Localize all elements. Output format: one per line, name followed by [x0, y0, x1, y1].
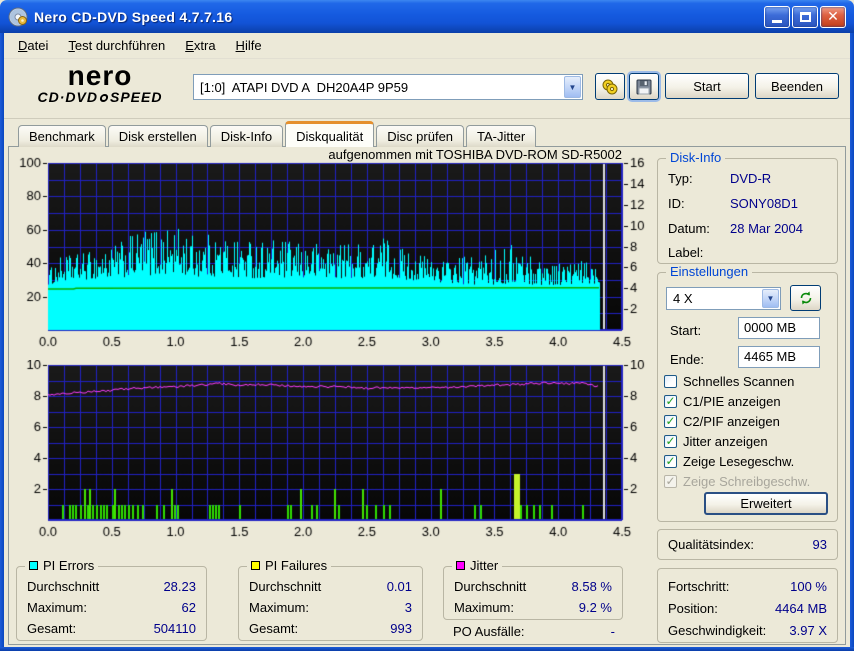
start-mb-label: Start:	[670, 323, 701, 338]
checkbox-schnelles-scannen[interactable]: Schnelles Scannen	[664, 373, 794, 389]
eject-disc-button[interactable]	[595, 73, 625, 100]
pi-errors-group: PI Errors Durchschnitt28.23 Maximum:62 G…	[16, 566, 207, 641]
pif-jitter-chart-canvas	[14, 360, 648, 548]
disk-id-row: ID:SONY08D1	[668, 196, 798, 211]
pi-errors-total-row: Gesamt:504110	[27, 621, 196, 636]
checkbox-c2-pif-anzeigen[interactable]: ✓ C2/PIF anzeigen	[664, 413, 780, 429]
window-title: Nero CD-DVD Speed 4.7.7.16	[34, 9, 764, 25]
checkbox-zeige-schreibgeschw: ✓ Zeige Schreibgeschw.	[664, 473, 810, 489]
floppy-save-icon	[636, 79, 652, 95]
checkbox-checked-disabled-icon: ✓	[664, 475, 677, 488]
maximize-button[interactable]	[792, 6, 818, 28]
pi-errors-max-row: Maximum:62	[27, 600, 196, 615]
pi-errors-swatch-icon	[29, 561, 38, 570]
disk-info-group: Disk-Info Typ:DVD-R ID:SONY08D1 Datum:28…	[657, 158, 838, 264]
tab-diskqualitaet[interactable]: Diskqualität	[285, 121, 374, 147]
refresh-icon	[798, 290, 814, 306]
checkbox-icon	[664, 375, 677, 388]
speed-select[interactable]: 4 X ▼	[666, 287, 781, 310]
speed-row: Geschwindigkeit:3.97 X	[668, 623, 827, 638]
minimize-button[interactable]	[764, 6, 790, 28]
end-mb-input[interactable]: 4465 MB	[738, 346, 820, 368]
refresh-disc-button[interactable]	[790, 285, 821, 311]
checkbox-zeige-lesegeschw[interactable]: ✓ Zeige Lesegeschw.	[664, 453, 794, 469]
window-border-right	[850, 30, 854, 651]
jitter-avg-row: Durchschnitt8.58 %	[454, 579, 612, 594]
menu-bar: Datei Test durchführen Extra Hilfe	[4, 33, 850, 59]
checkbox-checked-icon: ✓	[664, 455, 677, 468]
position-row: Position:4464 MB	[668, 601, 827, 616]
tab-benchmark[interactable]: Benchmark	[18, 125, 106, 147]
jitter-swatch-icon	[456, 561, 465, 570]
checkbox-checked-icon: ✓	[664, 415, 677, 428]
checkbox-checked-icon: ✓	[664, 435, 677, 448]
save-button[interactable]	[629, 73, 659, 100]
checkbox-jitter-anzeigen[interactable]: ✓ Jitter anzeigen	[664, 433, 768, 449]
progress-row: Fortschritt:100 %	[668, 579, 827, 594]
menu-extra[interactable]: Extra	[175, 35, 225, 56]
tab-disk-erstellen[interactable]: Disk erstellen	[108, 125, 208, 147]
disk-label-row: Label:	[668, 245, 730, 260]
tab-disk-info[interactable]: Disk-Info	[210, 125, 283, 147]
quality-index-row: Qualitätsindex: 93	[668, 537, 827, 552]
close-button[interactable]: ✕	[820, 6, 846, 28]
end-mb-label: Ende:	[670, 352, 704, 367]
minimize-icon	[772, 20, 782, 23]
pi-errors-chart-canvas	[14, 150, 648, 352]
pi-errors-avg-row: Durchschnitt28.23	[27, 579, 196, 594]
close-icon: ✕	[827, 8, 839, 25]
pi-failures-group-title: PI Failures	[247, 558, 331, 573]
settings-group: Einstellungen 4 X ▼ Start: 0000 MB Ende:…	[657, 272, 838, 522]
tab-ta-jitter[interactable]: TA-Jitter	[466, 125, 536, 147]
checkbox-c1-pie-anzeigen[interactable]: ✓ C1/PIE anzeigen	[664, 393, 781, 409]
jitter-group: Jitter Durchschnitt8.58 % Maximum:9.2 %	[443, 566, 623, 620]
chevron-down-icon[interactable]: ▼	[762, 289, 779, 308]
jitter-group-title: Jitter	[452, 558, 502, 573]
window-border-left	[0, 30, 4, 651]
quality-index-panel: Qualitätsindex: 93	[657, 529, 838, 560]
jitter-max-row: Maximum:9.2 %	[454, 600, 612, 615]
nero-logo: nero CD·DVDSPEED	[16, 63, 184, 105]
start-button[interactable]: Start	[665, 73, 749, 99]
menu-datei[interactable]: Datei	[8, 35, 58, 56]
disk-type-row: Typ:DVD-R	[668, 171, 771, 186]
app-window: Nero CD-DVD Speed 4.7.7.16 ✕ Datei Test …	[0, 0, 854, 651]
tab-strip: Benchmark Disk erstellen Disk-Info Diskq…	[8, 121, 536, 147]
app-disc-icon[interactable]	[8, 7, 28, 27]
po-failures-row: PO Ausfälle: -	[453, 624, 615, 639]
drive-select-value: [1:0] ATAPI DVD A DH20A4P 9P59	[194, 80, 563, 95]
checkbox-checked-icon: ✓	[664, 395, 677, 408]
speed-select-value: 4 X	[667, 291, 761, 306]
tab-disc-pruefen[interactable]: Disc prüfen	[376, 125, 464, 147]
start-mb-input[interactable]: 0000 MB	[738, 317, 820, 339]
title-bar: Nero CD-DVD Speed 4.7.7.16 ✕	[0, 0, 854, 33]
toolbar: nero CD·DVDSPEED [1:0] ATAPI DVD A DH20A…	[4, 59, 850, 119]
beenden-button[interactable]: Beenden	[755, 73, 839, 99]
discs-icon	[601, 79, 619, 95]
drive-select[interactable]: [1:0] ATAPI DVD A DH20A4P 9P59 ▼	[193, 74, 583, 100]
disc-glyph-icon	[99, 94, 109, 102]
disk-info-group-title: Disk-Info	[666, 150, 725, 165]
menu-hilfe[interactable]: Hilfe	[226, 35, 272, 56]
settings-group-title: Einstellungen	[666, 264, 752, 279]
pi-failures-total-row: Gesamt:993	[249, 621, 412, 636]
nero-logo-wordmark: nero	[16, 63, 184, 89]
menu-test-durchfuehren[interactable]: Test durchführen	[58, 35, 175, 56]
chevron-down-icon[interactable]: ▼	[564, 76, 581, 98]
maximize-icon	[800, 12, 811, 22]
pi-failures-swatch-icon	[251, 561, 260, 570]
pi-failures-max-row: Maximum:3	[249, 600, 412, 615]
pi-failures-group: PI Failures Durchschnitt0.01 Maximum:3 G…	[238, 566, 423, 641]
pi-failures-avg-row: Durchschnitt0.01	[249, 579, 412, 594]
erweitert-button[interactable]: Erweitert	[704, 492, 828, 515]
window-border-bottom	[0, 647, 854, 651]
disk-date-row: Datum:28 Mar 2004	[668, 221, 803, 236]
pi-errors-group-title: PI Errors	[25, 558, 98, 573]
nero-logo-subtitle: CD·DVDSPEED	[16, 89, 184, 105]
progress-panel: Fortschritt:100 % Position:4464 MB Gesch…	[657, 568, 838, 643]
